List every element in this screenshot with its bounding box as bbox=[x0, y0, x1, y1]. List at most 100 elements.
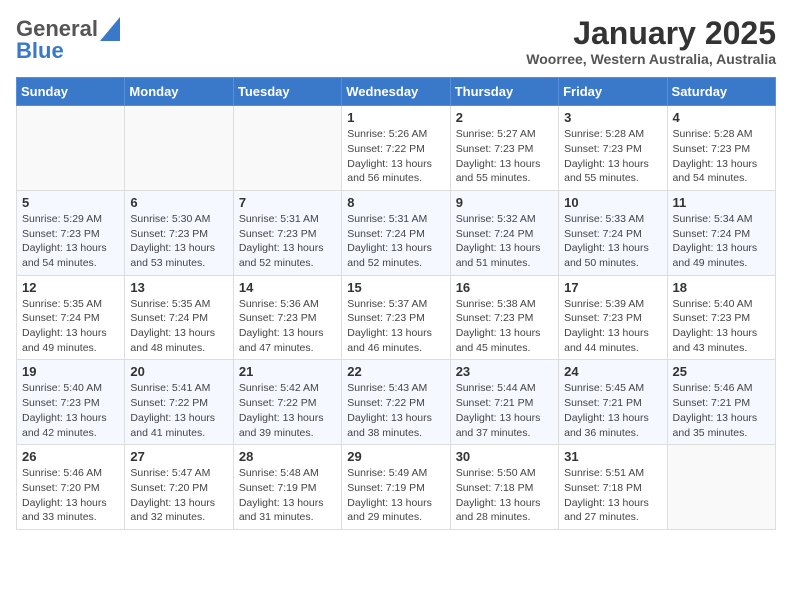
day-number: 31 bbox=[564, 449, 661, 464]
day-info: Sunrise: 5:33 AM Sunset: 7:24 PM Dayligh… bbox=[564, 212, 661, 271]
calendar-cell: 7 Sunrise: 5:31 AM Sunset: 7:23 PM Daylig… bbox=[233, 190, 341, 275]
calendar-week-row: 12 Sunrise: 5:35 AM Sunset: 7:24 PM Dayli… bbox=[17, 275, 776, 360]
day-number: 6 bbox=[130, 195, 227, 210]
location: Woorree, Western Australia, Australia bbox=[526, 51, 776, 67]
calendar-cell: 3Sunrise: 5:28 AM Sunset: 7:23 PM Daylig… bbox=[559, 106, 667, 191]
day-number: 29 bbox=[347, 449, 444, 464]
day-info: Sunrise: 5:39 AM Sunset: 7:23 PM Dayligh… bbox=[564, 297, 661, 356]
day-number: 2 bbox=[456, 110, 553, 125]
calendar-cell: 2 Sunrise: 5:27 AM Sunset: 7:23 PM Daylig… bbox=[450, 106, 558, 191]
day-info: Sunrise: 5:29 AM Sunset: 7:23 PM Dayligh… bbox=[22, 212, 119, 271]
page-header: General Blue January 2025 Woorree, Weste… bbox=[16, 16, 776, 67]
calendar-week-row: 5 Sunrise: 5:29 AM Sunset: 7:23 PM Daylig… bbox=[17, 190, 776, 275]
day-info: Sunrise: 5:36 AM Sunset: 7:23 PM Dayligh… bbox=[239, 297, 336, 356]
day-info: Sunrise: 5:31 AM Sunset: 7:23 PM Dayligh… bbox=[239, 212, 336, 271]
day-info: Sunrise: 5:40 AM Sunset: 7:23 PM Dayligh… bbox=[673, 297, 770, 356]
calendar-cell: 8 Sunrise: 5:31 AM Sunset: 7:24 PM Daylig… bbox=[342, 190, 450, 275]
day-number: 11 bbox=[673, 195, 770, 210]
calendar-cell: 14 Sunrise: 5:36 AM Sunset: 7:23 PM Dayli… bbox=[233, 275, 341, 360]
day-info: Sunrise: 5:47 AM Sunset: 7:20 PM Dayligh… bbox=[130, 466, 227, 525]
day-number: 5 bbox=[22, 195, 119, 210]
day-info: Sunrise: 5:40 AM Sunset: 7:23 PM Dayligh… bbox=[22, 381, 119, 440]
calendar-cell: 1Sunrise: 5:26 AM Sunset: 7:22 PM Daylig… bbox=[342, 106, 450, 191]
calendar-cell: 27 Sunrise: 5:47 AM Sunset: 7:20 PM Dayli… bbox=[125, 445, 233, 530]
day-info: Sunrise: 5:41 AM Sunset: 7:22 PM Dayligh… bbox=[130, 381, 227, 440]
calendar-cell: 10 Sunrise: 5:33 AM Sunset: 7:24 PM Dayli… bbox=[559, 190, 667, 275]
logo: General Blue bbox=[16, 16, 120, 64]
day-number: 25 bbox=[673, 364, 770, 379]
day-number: 17 bbox=[564, 280, 661, 295]
calendar-body: 1Sunrise: 5:26 AM Sunset: 7:22 PM Daylig… bbox=[17, 106, 776, 530]
day-number: 27 bbox=[130, 449, 227, 464]
day-info: Sunrise: 5:32 AM Sunset: 7:24 PM Dayligh… bbox=[456, 212, 553, 271]
day-info: Sunrise: 5:35 AM Sunset: 7:24 PM Dayligh… bbox=[130, 297, 227, 356]
day-number: 14 bbox=[239, 280, 336, 295]
calendar-cell: 25 Sunrise: 5:46 AM Sunset: 7:21 PM Dayli… bbox=[667, 360, 775, 445]
day-of-week-header: Friday bbox=[559, 78, 667, 106]
day-of-week-header: Monday bbox=[125, 78, 233, 106]
calendar-cell: 15 Sunrise: 5:37 AM Sunset: 7:23 PM Dayli… bbox=[342, 275, 450, 360]
day-info: Sunrise: 5:45 AM Sunset: 7:21 PM Dayligh… bbox=[564, 381, 661, 440]
day-info: Sunrise: 5:42 AM Sunset: 7:22 PM Dayligh… bbox=[239, 381, 336, 440]
day-info: Sunrise: 5:38 AM Sunset: 7:23 PM Dayligh… bbox=[456, 297, 553, 356]
day-number: 20 bbox=[130, 364, 227, 379]
day-number: 26 bbox=[22, 449, 119, 464]
day-number: 13 bbox=[130, 280, 227, 295]
calendar-cell: 18 Sunrise: 5:40 AM Sunset: 7:23 PM Dayli… bbox=[667, 275, 775, 360]
day-of-week-header: Wednesday bbox=[342, 78, 450, 106]
calendar-table: SundayMondayTuesdayWednesdayThursdayFrid… bbox=[16, 77, 776, 530]
calendar-week-row: 1Sunrise: 5:26 AM Sunset: 7:22 PM Daylig… bbox=[17, 106, 776, 191]
day-number: 7 bbox=[239, 195, 336, 210]
month-title: January 2025 bbox=[526, 16, 776, 51]
day-of-week-header: Sunday bbox=[17, 78, 125, 106]
day-number: 15 bbox=[347, 280, 444, 295]
day-info: Sunrise: 5:43 AM Sunset: 7:22 PM Dayligh… bbox=[347, 381, 444, 440]
calendar-cell: 31 Sunrise: 5:51 AM Sunset: 7:18 PM Dayli… bbox=[559, 445, 667, 530]
day-of-week-header: Thursday bbox=[450, 78, 558, 106]
day-info: Sunrise: 5:48 AM Sunset: 7:19 PM Dayligh… bbox=[239, 466, 336, 525]
day-number: 4 bbox=[673, 110, 770, 125]
day-of-week-header: Tuesday bbox=[233, 78, 341, 106]
day-info: Sunrise: 5:50 AM Sunset: 7:18 PM Dayligh… bbox=[456, 466, 553, 525]
calendar-cell: 9Sunrise: 5:32 AM Sunset: 7:24 PM Daylig… bbox=[450, 190, 558, 275]
calendar-week-row: 19Sunrise: 5:40 AM Sunset: 7:23 PM Dayli… bbox=[17, 360, 776, 445]
day-info: Sunrise: 5:46 AM Sunset: 7:20 PM Dayligh… bbox=[22, 466, 119, 525]
day-number: 30 bbox=[456, 449, 553, 464]
calendar-cell: 13 Sunrise: 5:35 AM Sunset: 7:24 PM Dayli… bbox=[125, 275, 233, 360]
day-info: Sunrise: 5:46 AM Sunset: 7:21 PM Dayligh… bbox=[673, 381, 770, 440]
day-number: 22 bbox=[347, 364, 444, 379]
day-info: Sunrise: 5:26 AM Sunset: 7:22 PM Dayligh… bbox=[347, 127, 444, 186]
day-number: 18 bbox=[673, 280, 770, 295]
calendar-cell: 20 Sunrise: 5:41 AM Sunset: 7:22 PM Dayli… bbox=[125, 360, 233, 445]
calendar-cell: 24 Sunrise: 5:45 AM Sunset: 7:21 PM Dayli… bbox=[559, 360, 667, 445]
calendar-cell: 19Sunrise: 5:40 AM Sunset: 7:23 PM Dayli… bbox=[17, 360, 125, 445]
day-number: 24 bbox=[564, 364, 661, 379]
day-number: 10 bbox=[564, 195, 661, 210]
calendar-week-row: 26 Sunrise: 5:46 AM Sunset: 7:20 PM Dayli… bbox=[17, 445, 776, 530]
day-number: 8 bbox=[347, 195, 444, 210]
calendar-cell: 6Sunrise: 5:30 AM Sunset: 7:23 PM Daylig… bbox=[125, 190, 233, 275]
day-number: 28 bbox=[239, 449, 336, 464]
day-info: Sunrise: 5:28 AM Sunset: 7:23 PM Dayligh… bbox=[564, 127, 661, 186]
calendar-cell: 16 Sunrise: 5:38 AM Sunset: 7:23 PM Dayli… bbox=[450, 275, 558, 360]
calendar-header-row: SundayMondayTuesdayWednesdayThursdayFrid… bbox=[17, 78, 776, 106]
logo-shape bbox=[98, 17, 120, 41]
calendar-cell: 23Sunrise: 5:44 AM Sunset: 7:21 PM Dayli… bbox=[450, 360, 558, 445]
day-info: Sunrise: 5:35 AM Sunset: 7:24 PM Dayligh… bbox=[22, 297, 119, 356]
day-info: Sunrise: 5:49 AM Sunset: 7:19 PM Dayligh… bbox=[347, 466, 444, 525]
calendar-cell: 22 Sunrise: 5:43 AM Sunset: 7:22 PM Dayli… bbox=[342, 360, 450, 445]
day-number: 16 bbox=[456, 280, 553, 295]
calendar-cell: 26 Sunrise: 5:46 AM Sunset: 7:20 PM Dayli… bbox=[17, 445, 125, 530]
title-area: January 2025 Woorree, Western Australia,… bbox=[526, 16, 776, 67]
calendar-cell: 30 Sunrise: 5:50 AM Sunset: 7:18 PM Dayli… bbox=[450, 445, 558, 530]
day-info: Sunrise: 5:44 AM Sunset: 7:21 PM Dayligh… bbox=[456, 381, 553, 440]
day-info: Sunrise: 5:31 AM Sunset: 7:24 PM Dayligh… bbox=[347, 212, 444, 271]
calendar-cell: 4Sunrise: 5:28 AM Sunset: 7:23 PM Daylig… bbox=[667, 106, 775, 191]
calendar-cell: 11Sunrise: 5:34 AM Sunset: 7:24 PM Dayli… bbox=[667, 190, 775, 275]
day-number: 12 bbox=[22, 280, 119, 295]
day-number: 21 bbox=[239, 364, 336, 379]
day-info: Sunrise: 5:37 AM Sunset: 7:23 PM Dayligh… bbox=[347, 297, 444, 356]
day-info: Sunrise: 5:27 AM Sunset: 7:23 PM Dayligh… bbox=[456, 127, 553, 186]
calendar-cell: 5 Sunrise: 5:29 AM Sunset: 7:23 PM Daylig… bbox=[17, 190, 125, 275]
day-info: Sunrise: 5:51 AM Sunset: 7:18 PM Dayligh… bbox=[564, 466, 661, 525]
